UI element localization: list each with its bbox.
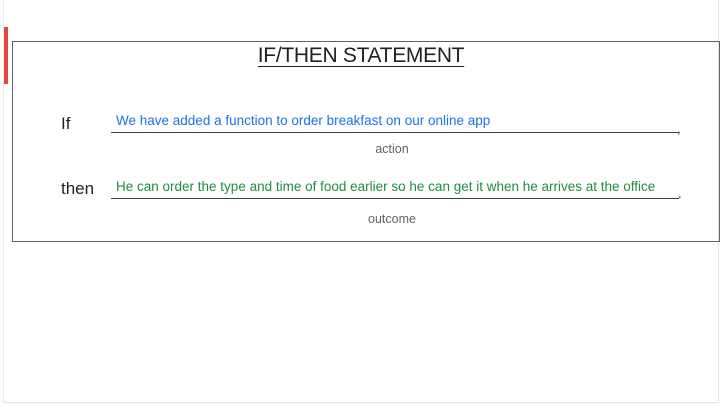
- action-blank-line: [111, 132, 679, 133]
- outcome-caption: outcome: [368, 212, 416, 226]
- outcome-trailing-punct: .: [678, 186, 682, 201]
- slide-title: IF/THEN STATEMENT: [257, 44, 465, 67]
- outcome-answer-text[interactable]: He can order the type and time of food e…: [116, 178, 676, 195]
- action-trailing-punct: ,: [677, 121, 681, 136]
- if-label: If: [61, 114, 71, 133]
- slide-canvas: IF/THEN STATEMENT If We have added a fun…: [3, 0, 720, 403]
- action-answer-text[interactable]: We have added a function to order breakf…: [116, 112, 676, 129]
- outcome-blank-line: [111, 198, 679, 199]
- action-caption: action: [375, 142, 409, 156]
- then-label: then: [61, 179, 95, 198]
